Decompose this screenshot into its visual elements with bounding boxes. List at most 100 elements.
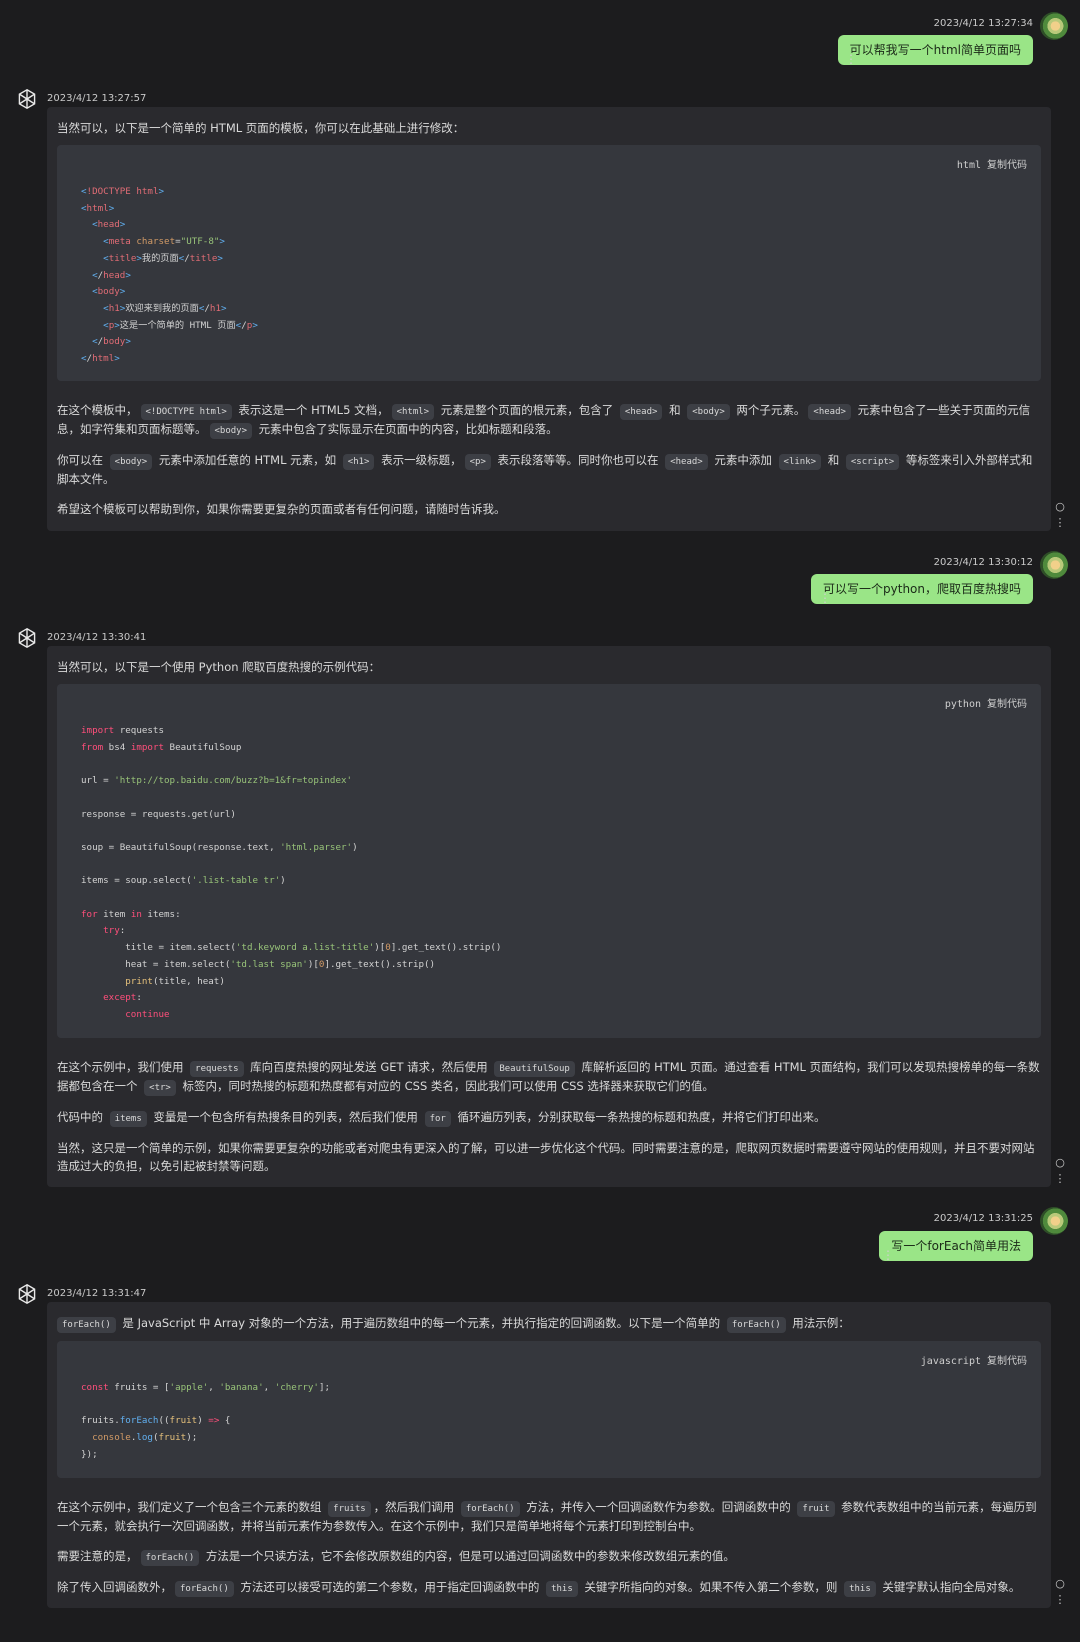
response-paragraph: 在这个模板中， <!DOCTYPE html> 表示这是一个 HTML5 文档， <… — [57, 401, 1041, 439]
inline-code: forEach() — [57, 1317, 116, 1333]
more-options-icon[interactable]: ⋮ — [1054, 1592, 1066, 1608]
more-options-icon[interactable]: ⋮ — [1054, 515, 1066, 531]
code-line: </html> — [81, 353, 120, 365]
more-options-icon[interactable]: ⋮ — [1054, 1171, 1066, 1187]
assistant-response-3: forEach() 是 JavaScript 中 Array 对象的一个方法，用… — [47, 1302, 1051, 1608]
assistant-response-1: 当然可以，以下是一个简单的 HTML 页面的模板，你可以在此基础上进行修改： h… — [47, 107, 1051, 531]
code-line: items = soup.select('.list-table tr') — [81, 875, 286, 887]
inline-code: this — [844, 1581, 876, 1597]
response-actions: ○ ⋮ — [1054, 499, 1066, 531]
regenerate-icon[interactable]: ○ — [1054, 499, 1066, 515]
regenerate-icon[interactable]: ○ — [1054, 1576, 1066, 1592]
code-language-label: javascript — [920, 1356, 981, 1367]
code-line: </body> — [92, 336, 131, 348]
response-intro: 当然可以，以下是一个使用 Python 爬取百度热搜的示例代码： — [57, 660, 381, 674]
inline-code: BeautifulSoup — [494, 1061, 575, 1077]
user-avatar — [1040, 12, 1068, 40]
more-options-icon[interactable]: ⋮ — [819, 592, 831, 604]
response-paragraph: 你可以在 <body> 元素中添加任意的 HTML 元素，如 <h1> 表示一级… — [57, 453, 1033, 486]
response-paragraph: 除了传入回调函数外， forEach() 方法还可以接受可选的第二个参数，用于指定… — [57, 1578, 1041, 1597]
code-line: <!DOCTYPE html> — [81, 186, 165, 197]
code-line: <h1>欢迎来到我的页面</h1> — [103, 302, 227, 314]
inline-code: <tr> — [144, 1080, 176, 1096]
code-block-html: html 复制代码 <!DOCTYPE html> <html> <head> <… — [57, 145, 1041, 381]
copy-code-button[interactable]: 复制代码 — [987, 160, 1027, 171]
code-line: import requests — [81, 725, 164, 736]
copy-code-button[interactable]: 复制代码 — [987, 1356, 1027, 1367]
response-paragraph: 在这个示例中，我们使用 requests 库向百度热搜的网址发送 GET 请求，… — [57, 1058, 1041, 1096]
inline-code: forEach() — [460, 1501, 520, 1517]
user-message-bubble: 写一个forEach简单用法 — [879, 1231, 1033, 1261]
inline-code: for — [424, 1111, 451, 1127]
inline-code: <!DOCTYPE html> — [140, 404, 232, 420]
response-timestamp: 2023/4/12 13:27:57 — [47, 93, 147, 104]
inline-code: <head> — [619, 404, 663, 420]
code-line: <body> — [92, 286, 126, 298]
message-timestamp: 2023/4/12 13:30:12 — [933, 557, 1033, 568]
code-line: title = item.select('td.keyword a.list-t… — [81, 942, 502, 954]
inline-code: fruits — [328, 1501, 371, 1517]
user-avatar — [1040, 551, 1068, 579]
message-timestamp: 2023/4/12 13:31:25 — [933, 1213, 1033, 1224]
code-line: </head> — [92, 269, 131, 281]
inline-code: fruit — [797, 1501, 835, 1517]
inline-code: <body> — [687, 404, 730, 420]
code-line: response = requests.get(url) — [81, 808, 236, 820]
code-line: continue — [125, 1008, 170, 1020]
code-content: import requests from bs4 import Beautifu… — [81, 723, 1041, 1024]
inline-code: <script> — [845, 454, 900, 470]
inline-code: <head> — [665, 454, 708, 470]
code-line: }); — [81, 1448, 98, 1460]
code-line: <html> — [81, 202, 115, 214]
code-line: <meta charset="UTF-8"> — [103, 236, 225, 248]
code-line: fruits.forEach((fruit) => { — [81, 1415, 231, 1427]
regenerate-icon[interactable]: ○ — [1054, 1155, 1066, 1171]
user-message-bubble: 可以帮我写一个html简单页面吗 — [837, 35, 1033, 65]
openai-logo-icon — [18, 627, 36, 649]
code-content: const fruits = ['apple', 'banana', 'cher… — [81, 1380, 1041, 1464]
response-actions: ○ ⋮ — [1054, 1155, 1066, 1187]
code-language-label: python — [944, 699, 981, 710]
inline-code: items — [109, 1111, 147, 1127]
response-intro: forEach() 是 JavaScript 中 Array 对象的一个方法，用… — [57, 1314, 1041, 1333]
inline-code: <body> — [209, 423, 253, 439]
code-content: <!DOCTYPE html> <html> <head> <meta char… — [81, 184, 1041, 368]
inline-code: <body> — [109, 454, 153, 470]
inline-code: requests — [190, 1061, 244, 1077]
response-timestamp: 2023/4/12 13:30:41 — [47, 632, 147, 643]
code-header: python 复制代码 — [945, 695, 1027, 710]
code-line: try: — [103, 925, 126, 937]
response-paragraph: 需要注意的是， forEach() 方法是一个只读方法，它不会修改原数组的内容，但… — [57, 1547, 1041, 1566]
code-line: <title>我的页面</title> — [103, 252, 223, 264]
code-line: console.log(fruit); — [92, 1432, 198, 1444]
code-line: const fruits = ['apple', 'banana', 'cher… — [81, 1382, 331, 1393]
more-options-icon[interactable]: ⋮ — [845, 53, 857, 65]
response-intro: 当然可以，以下是一个简单的 HTML 页面的模板，你可以在此基础上进行修改： — [57, 121, 465, 135]
inline-code: <p> — [464, 454, 491, 470]
code-line: heat = item.select('td.last span')[0].ge… — [81, 958, 436, 970]
inline-code: <head> — [808, 404, 851, 420]
more-options-icon[interactable]: ⋮ — [882, 1249, 894, 1261]
copy-code-button[interactable]: 复制代码 — [987, 699, 1027, 710]
response-actions: ○ ⋮ — [1054, 1576, 1066, 1608]
inline-code: forEach() — [140, 1550, 200, 1566]
response-timestamp: 2023/4/12 13:31:47 — [47, 1288, 147, 1299]
code-line: <head> — [92, 219, 126, 231]
user-avatar — [1040, 1207, 1068, 1235]
openai-logo-icon — [18, 1283, 36, 1305]
inline-code: <link> — [778, 454, 822, 470]
inline-code: forEach() — [175, 1581, 234, 1597]
response-paragraph: 在这个示例中，我们定义了一个包含三个元素的数组 fruits ，然后我们调用 fo… — [57, 1500, 1037, 1533]
assistant-response-2: 当然可以，以下是一个使用 Python 爬取百度热搜的示例代码： python 复… — [47, 646, 1051, 1187]
response-paragraph: 希望这个模板可以帮助到你，如果你需要更复杂的页面或者有任何问题，请随时告诉我。 — [57, 502, 506, 516]
code-line: from bs4 import BeautifulSoup — [81, 741, 242, 753]
code-block-javascript: javascript 复制代码 const fruits = ['apple', … — [57, 1341, 1041, 1478]
user-message-bubble: 可以写一个python，爬取百度热搜吗 — [811, 574, 1033, 604]
inline-code: <html> — [391, 404, 435, 420]
openai-logo-icon — [18, 88, 36, 110]
inline-code: <h1> — [342, 454, 375, 470]
code-header: html 复制代码 — [957, 156, 1027, 171]
code-block-python: python 复制代码 import requests from bs4 impo… — [57, 684, 1041, 1038]
code-line: url = 'http://top.baidu.com/buzz?b=1&fr=… — [81, 775, 353, 787]
code-header: javascript 复制代码 — [921, 1352, 1027, 1367]
